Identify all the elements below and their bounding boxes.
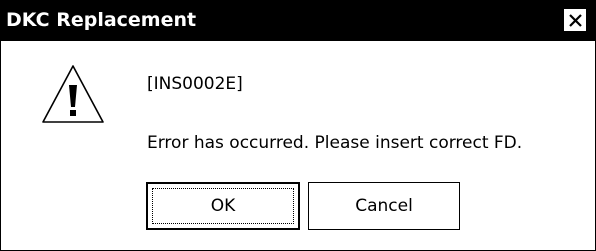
error-code: [INS0002E] [147, 74, 243, 94]
warning-icon [42, 65, 104, 123]
title-bar[interactable]: DKC Replacement [1, 1, 595, 41]
close-button[interactable] [563, 8, 587, 32]
cancel-button-label: Cancel [355, 196, 413, 216]
close-icon [569, 14, 582, 27]
error-dialog: DKC Replacement [INS0002E] Error has occ… [0, 0, 596, 251]
error-message: Error has occurred. Please insert correc… [147, 133, 523, 153]
cancel-button[interactable]: Cancel [308, 182, 460, 230]
window-title: DKC Replacement [6, 9, 197, 31]
ok-button[interactable]: OK [146, 182, 300, 230]
ok-button-label: OK [210, 196, 236, 216]
